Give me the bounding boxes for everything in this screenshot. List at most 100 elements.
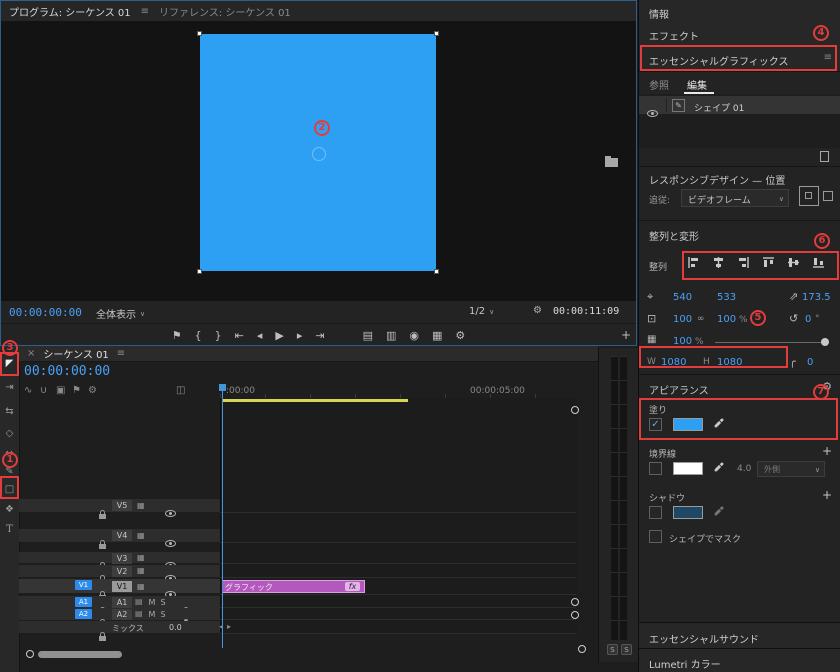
meter-solo-left[interactable]: S [607,644,618,655]
shadow-checkbox[interactable] [649,506,662,519]
hscroll-start-handle[interactable] [26,650,34,658]
source-patch-a2[interactable]: A2 [75,609,92,619]
opacity-slider-track[interactable] [715,342,827,343]
go-to-out-icon[interactable]: ⇥ [315,329,324,342]
shadow-color-swatch[interactable] [673,506,703,519]
program-timecode[interactable]: 00:00:00:00 [9,306,82,319]
sync-lock-icon[interactable]: ▦ [137,566,145,575]
layer-row-shape01[interactable]: ✎ シェイプ 01 [639,96,840,114]
shadow-eyedropper-icon[interactable] [713,506,724,517]
stroke-color-swatch[interactable] [673,462,703,475]
go-to-in-icon[interactable]: ⇤ [235,329,244,342]
track-label-a2[interactable]: A2 [112,609,132,620]
tab-browse[interactable]: 参照 [649,77,669,92]
hscroll-end-handle[interactable] [578,645,586,653]
time-ruler[interactable]: :00:00 00:00:05:00 [220,384,576,399]
stroke-type-select[interactable]: 外側 ∨ [757,461,825,477]
type-tool[interactable]: T [0,524,19,535]
extract-icon[interactable]: ▥ [386,329,396,342]
sync-lock-icon[interactable]: ▦ [137,553,145,562]
timeline-timecode[interactable]: 00:00:00:00 [24,364,110,379]
source-patch-a1[interactable]: A1 [75,597,92,607]
sync-lock-icon[interactable]: ▦ [137,582,145,591]
export-frame-icon[interactable]: ◉ [409,329,419,342]
horizontal-scrollbar[interactable] [38,651,122,658]
responsive-pin-widget[interactable] [795,184,839,210]
meter-solo-right[interactable]: S [621,644,632,655]
razor-tool[interactable]: ◇ [0,428,19,439]
pin-side-box[interactable] [823,191,833,201]
stroke-width-value[interactable]: 4.0 [737,464,751,474]
mute-button[interactable]: M [147,610,157,619]
source-patch-v1[interactable]: V1 [75,580,92,590]
solo-button[interactable]: S [158,598,168,607]
mask-checkbox[interactable] [649,530,662,543]
lift-icon[interactable]: ▤ [363,329,373,342]
comparison-view-icon[interactable]: ▦ [432,329,442,342]
step-forward-icon[interactable]: ▸ [297,329,303,342]
follow-select[interactable]: ビデオフレーム ∨ [681,189,789,207]
step-back-icon[interactable]: ◂ [257,329,263,342]
position-x-value[interactable]: 540 [673,292,692,303]
linked-selection-icon[interactable]: ▣ [56,385,65,396]
track-select-tool[interactable]: ⇥ [0,382,19,393]
hand-tool[interactable]: ❖ [0,504,19,515]
add-shadow-icon[interactable]: + [822,488,832,502]
track-label-v3[interactable]: V3 [112,553,132,564]
shape-rectangle[interactable] [200,34,436,271]
program-viewport[interactable] [1,21,636,301]
graphic-clip[interactable]: グラフィック fx [222,580,365,593]
lock-icon[interactable] [99,514,106,519]
scale-value[interactable]: 100 [717,314,736,325]
mark-in-icon[interactable]: { [195,329,202,342]
shape-anchor-point[interactable] [312,147,326,161]
track-output-eye-icon[interactable] [165,510,176,517]
anchor-value[interactable]: 100 [673,314,692,325]
insert-overwrite-icon[interactable]: ∿ [24,385,32,396]
close-icon[interactable]: × [27,348,35,359]
add-marker-icon[interactable]: ⚑ [172,329,182,342]
track-label-v5[interactable]: V5 [112,500,132,511]
track-label-a1[interactable]: A1 [112,597,132,608]
add-stroke-icon[interactable]: + [822,444,832,458]
panel-menu-icon[interactable]: ≡ [141,6,149,17]
caption-track-icon[interactable]: ◫ [176,385,185,396]
new-layer-icon[interactable] [820,151,829,162]
keyframe-next-icon[interactable]: ▸ [227,622,231,631]
button-editor-icon[interactable]: ⚙ [455,329,465,342]
zoom-level-select[interactable]: 全体表示 ∨ [96,306,145,321]
position-y-value[interactable]: 533 [717,292,736,303]
vscroll-handle[interactable] [571,406,579,414]
tab-program[interactable]: プログラム: シーケンス 01 [9,4,131,19]
stroke-checkbox[interactable] [649,462,662,475]
essential-sound-tab[interactable]: エッセンシャルサウンド [639,622,840,650]
mark-out-icon[interactable]: } [215,329,222,342]
lock-icon[interactable] [99,544,106,549]
track-label-v4[interactable]: V4 [112,530,132,541]
playhead-line[interactable] [222,386,223,648]
audio-waveform-icon[interactable]: ▤ [135,597,143,606]
link-scale-icon[interactable]: ∞ [697,314,705,324]
mix-level-value[interactable]: 0.0 [169,623,182,632]
work-area-bar[interactable] [222,399,408,402]
rotation-value-right[interactable]: 173.5 [802,292,831,303]
track-label-v1[interactable]: V1 [112,581,132,592]
vscroll-handle[interactable] [571,611,579,619]
sync-lock-icon[interactable]: ▦ [137,531,145,540]
solo-button[interactable]: S [158,610,168,619]
settings-wrench-icon[interactable]: ⚙ [533,305,542,316]
sequence-marker-icon[interactable]: ⚑ [72,385,81,396]
corner-radius-value[interactable]: 0 [807,357,813,368]
tab-reference[interactable]: リファレンス: シーケンス 01 [159,4,291,19]
rotation-value[interactable]: 0 [805,314,811,325]
tab-edit[interactable]: 編集 [687,77,707,92]
new-folder-icon[interactable] [605,158,618,167]
sequence-tab[interactable]: シーケンス 01 [43,346,108,361]
shape-handle-tr[interactable] [434,31,439,36]
layer-name[interactable]: シェイプ 01 [694,101,744,114]
lock-icon[interactable] [99,636,106,641]
track-content-area[interactable] [220,398,577,634]
layer-visibility-eye-icon[interactable] [647,110,658,117]
lumetri-color-tab[interactable]: Lumetri カラー [639,648,840,672]
track-label-v2[interactable]: V2 [112,566,132,577]
